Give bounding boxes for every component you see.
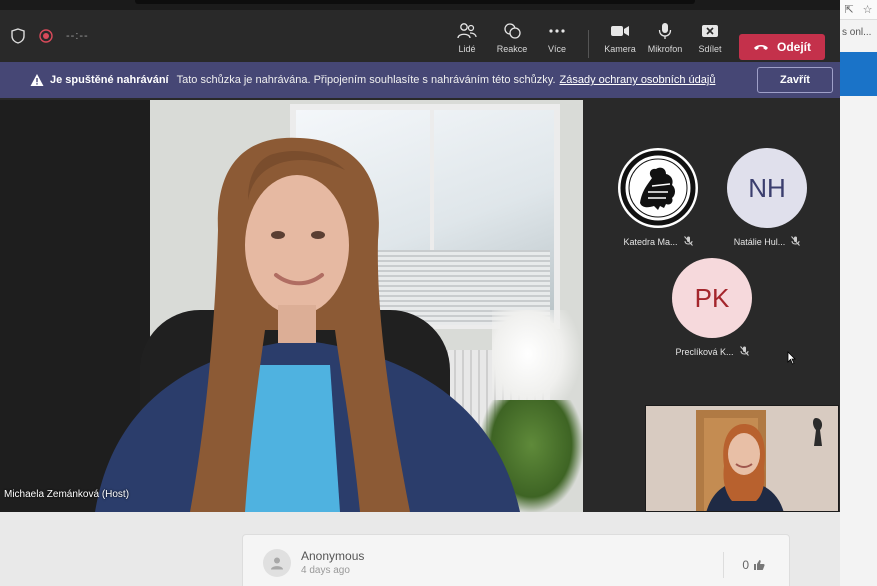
leave-button[interactable]: Odejít [739,34,825,60]
mic-muted-icon [791,236,801,248]
banner-title: Je spuštěné nahrávání [50,74,169,86]
thumbs-up-icon [754,560,765,570]
mouse-cursor-icon [787,351,796,365]
toolbar-divider [588,30,589,58]
people-button[interactable]: Lidé [445,20,489,60]
close-banner-button[interactable]: Zavřít [757,67,833,93]
participant-name: Katedra Ma... [623,237,678,247]
browser-tab-fragment[interactable]: s onl... [840,22,877,44]
avatar-initials: PK [694,282,730,313]
main-participant-label: Michaela Zemánková (Host) [4,489,130,500]
banner-text: Tato schůzka je nahrávána. Připojením so… [176,74,556,86]
meeting-timer: --:-- [66,30,89,42]
microphone-label: Mikrofon [647,44,683,54]
participant-avatar: NH [727,148,807,228]
privacy-policy-link[interactable]: Zásady ochrany osobních údajů [560,74,716,86]
organization-logo-avatar [618,148,698,228]
browser-toolbar-fragment: ⇱ ☆ [840,0,877,20]
participant-name: Natálie Hul... [733,237,786,247]
lion-emblem-icon [620,150,696,226]
people-label: Lidé [458,44,476,54]
page-header-fragment [840,52,877,96]
browser-side-panel: ⇱ ☆ s onl... [840,0,877,586]
main-video-tile[interactable]: Michaela Zemánková (Host) [0,100,583,512]
leave-label: Odejít [776,40,811,54]
user-icon [271,557,283,570]
more-dots-icon [548,20,566,42]
more-label: Více [547,44,566,54]
teams-meeting-window: --:-- Lidé Reakce Více Kamera Mikrofon S… [0,0,840,512]
comment-timestamp: 4 days ago [301,565,350,576]
comment-avatar [263,549,291,577]
meeting-toolbar: --:-- Lidé Reakce Více Kamera Mikrofon S… [0,10,840,62]
microphone-icon [658,20,672,42]
participant-name: Preclíková K... [675,347,734,357]
hang-up-icon [753,40,769,54]
avatar-initials: NH [748,172,786,203]
share-label: Sdílet [698,44,722,54]
window-top-strip [0,0,840,10]
comment-author: Anonymous [301,549,365,563]
recording-banner: Je spuštěné nahrávání Tato schůzka je na… [0,62,840,98]
participant-tile[interactable]: NH Natálie Hul... [722,148,812,248]
mic-muted-icon [739,346,749,358]
comment-card: Anonymous 4 days ago 0 [242,534,790,586]
participant-avatar: PK [672,258,752,338]
self-view-figure [646,406,838,511]
people-icon [457,20,477,42]
star-icon[interactable]: ☆ [863,3,873,16]
microphone-button[interactable]: Mikrofon [643,20,687,60]
toolbar-left: --:-- [10,28,89,44]
participant-tile[interactable]: Katedra Ma... [613,148,703,248]
like-button[interactable]: 0 [723,552,773,578]
reactions-label: Reakce [496,44,528,54]
mic-muted-icon [683,236,693,248]
like-count: 0 [742,558,749,572]
participant-video-figure [95,137,520,512]
participant-tile[interactable]: PK Preclíková K... [667,258,757,358]
warning-icon [30,74,44,86]
recording-icon [38,28,54,44]
share-icon[interactable]: ⇱ [844,3,853,16]
raise-hand-icon [503,20,521,42]
more-button[interactable]: Více [535,20,579,60]
screen: ⇱ ☆ s onl... --:-- Lidé Reakce Více Kame… [0,0,877,586]
share-button[interactable]: Sdílet [688,20,732,60]
reactions-button[interactable]: Reakce [490,20,534,60]
camera-label: Kamera [604,44,636,54]
camera-button[interactable]: Kamera [598,20,642,60]
camera-icon [610,20,630,42]
share-screen-icon [701,20,719,42]
self-view-video[interactable] [645,405,839,512]
shield-icon[interactable] [10,28,26,44]
